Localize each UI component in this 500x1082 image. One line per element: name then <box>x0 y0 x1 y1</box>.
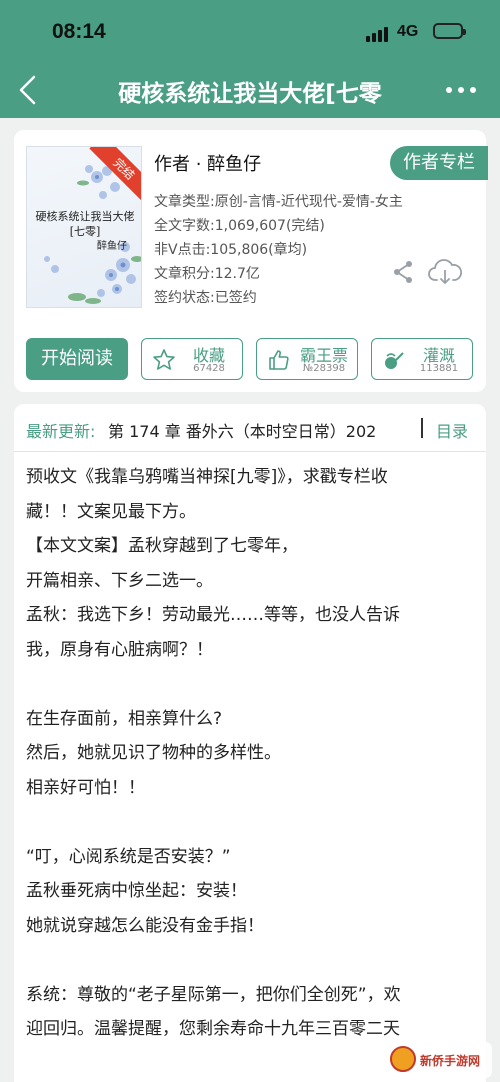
latest-update-row[interactable]: 最新更新: 第 174 章 番外六（本时空日常）202 目录 <box>14 404 486 452</box>
synopsis-line: 开篇相亲、下乡二选一。 <box>26 570 213 591</box>
synopsis-line <box>26 943 476 978</box>
meta-clicks: 非Ⅴ点击:105,806(章均) <box>154 242 308 258</box>
synopsis-line: 孟秋：我选下乡！劳动最光……等等，也没人告诉 <box>26 605 400 625</box>
page-title: 硬核系统让我当大佬[七零 <box>118 81 382 107</box>
cover-title: 硬核系统让我当大佬 [七零] <box>35 210 135 238</box>
status-bar: 08:14 4G <box>0 0 500 62</box>
synopsis-line: 预收文《我靠乌鸦嘴当神探[九零]》，求戳专栏收 <box>26 467 388 487</box>
book-info-card: 完结 硬核系统让我当大佬 [七零] 醉鱼仔 作者 · 醉鱼仔 作者专栏 文章类型… <box>14 130 488 392</box>
synopsis-line: 孟秋垂死病中惊坐起：安装！ <box>26 881 247 901</box>
network-label: 4G <box>397 23 419 40</box>
watering-can-icon <box>385 352 404 369</box>
synopsis-line: 然后，她就见识了物种的多样性。 <box>26 743 281 763</box>
book-cover[interactable]: 完结 硬核系统让我当大佬 [七零] 醉鱼仔 <box>26 146 142 308</box>
share-icon[interactable] <box>392 260 414 284</box>
cloud-download-icon[interactable] <box>428 258 462 286</box>
meta-type: 文章类型:原创-言情-近代现代-爱情-女主 <box>154 194 403 210</box>
thumbs-up-icon <box>269 350 289 370</box>
meta-contract: 签约状态:已签约 <box>154 290 257 306</box>
action-row: 开始阅读 收藏 67428 霸王票 №28398 灌溉 113881 <box>26 338 478 380</box>
divider <box>421 418 423 438</box>
author-column-button[interactable]: 作者专栏 <box>390 146 488 180</box>
synopsis-line <box>26 805 476 840</box>
status-time: 08:14 <box>52 20 106 43</box>
cover-author: 醉鱼仔 <box>97 241 127 252</box>
author-name[interactable]: 作者 · 醉鱼仔 <box>154 150 261 176</box>
top-app-bar: 08:14 4G 硬核系统让我当大佬[七零 <box>0 0 500 118</box>
water-count: 113881 <box>419 363 459 374</box>
table-of-contents-link[interactable]: 目录 <box>436 418 468 442</box>
watermark-text: 新侨手游网 <box>420 1054 481 1068</box>
water-button[interactable]: 灌溉 113881 <box>371 338 473 380</box>
back-arrow-icon[interactable] <box>14 74 42 106</box>
latest-update-label: 最新更新: <box>26 422 96 441</box>
nav-bar: 硬核系统让我当大佬[七零 <box>0 62 500 118</box>
start-reading-button[interactable]: 开始阅读 <box>26 338 128 380</box>
signal-icon <box>366 24 392 42</box>
collect-count: 67428 <box>193 363 225 374</box>
synopsis-line: 她就说穿越怎么能没有金手指！ <box>26 915 264 936</box>
collect-button[interactable]: 收藏 67428 <box>141 338 243 380</box>
star-icon <box>153 349 175 370</box>
synopsis-line: 系统：尊敬的“老子星际第一，把你们全创死”，欢 <box>26 984 401 1005</box>
ticket-count: №28398 <box>302 363 346 374</box>
synopsis-line <box>26 667 476 702</box>
latest-chapter-title[interactable]: 第 174 章 番外六（本时空日常）202 <box>108 418 376 442</box>
battery-icon <box>433 23 466 39</box>
synopsis-line: “叮，心阅系统是否安装？” <box>26 846 231 867</box>
meta-word-count: 全文字数:1,069,607(完结) <box>154 218 325 234</box>
synopsis-line: 我，原身有心脏病啊？！ <box>26 639 213 660</box>
synopsis-line: 在生存面前，相亲算什么? <box>26 708 223 729</box>
synopsis-card: 最新更新: 第 174 章 番外六（本时空日常）202 目录 预收文《我靠乌鸦嘴… <box>14 404 486 1082</box>
meta-score: 文章积分:12.7亿 <box>154 266 260 282</box>
more-options-icon[interactable] <box>446 84 476 96</box>
synopsis-line: 【本文文案】孟秋穿越到了七零年， <box>26 536 298 556</box>
book-meta-list: 文章类型:原创-言情-近代现代-爱情-女主 全文字数:1,069,607(完结)… <box>154 190 403 310</box>
synopsis-line: 藏！！文案见最下方。 <box>26 501 196 522</box>
site-watermark: 新侨手游网 <box>388 1042 492 1078</box>
ticket-button[interactable]: 霸王票 №28398 <box>256 338 358 380</box>
synopsis-text: 预收文《我靠乌鸦嘴当神探[九零]》，求戳专栏收 藏！！文案见最下方。 【本文文案… <box>26 460 476 1047</box>
watermark-logo-icon <box>390 1046 416 1072</box>
synopsis-line: 相亲好可怕！！ <box>26 777 145 798</box>
